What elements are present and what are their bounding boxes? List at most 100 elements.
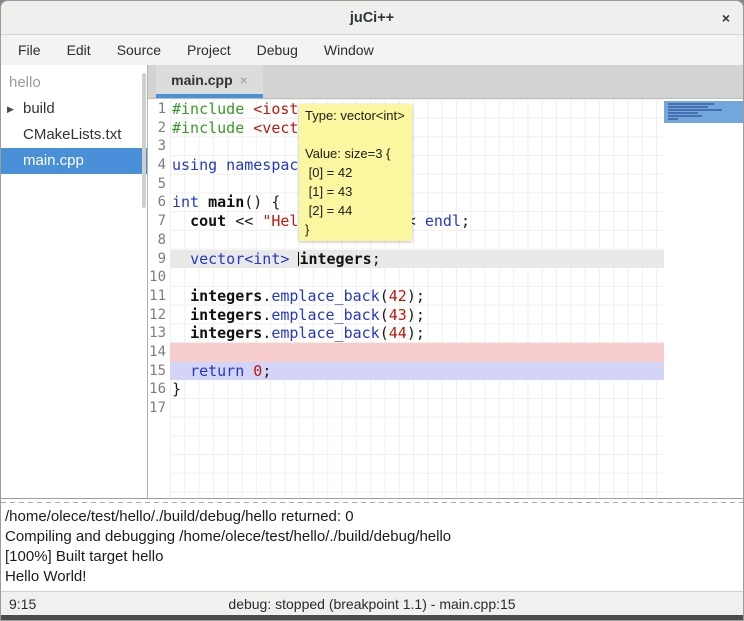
output-line: Compiling and debugging /home/olece/test… — [5, 527, 739, 547]
source-map[interactable] — [664, 99, 743, 498]
code-line-15[interactable]: return 0; — [170, 362, 664, 381]
menu-item-project[interactable]: Project — [174, 35, 244, 65]
line-number[interactable]: 9 — [148, 250, 170, 269]
line-number[interactable]: 12 — [148, 306, 170, 325]
code-token: ); — [407, 306, 425, 324]
tree-item-label: build — [23, 100, 55, 117]
code-token: ); — [407, 287, 425, 305]
code-token: 44 — [389, 324, 407, 342]
line-number[interactable]: 2 — [148, 119, 170, 138]
code-line-5[interactable] — [170, 175, 664, 194]
splitter-dashed-line — [1, 502, 743, 503]
tooltip-line: [2] = 44 — [305, 201, 406, 220]
line-number[interactable]: 11 — [148, 287, 170, 306]
menu-item-source[interactable]: Source — [104, 35, 174, 65]
line-number[interactable]: 4 — [148, 156, 170, 175]
title-bar: juCi++ × — [1, 1, 743, 35]
code-line-13[interactable]: integers.emplace_back(44); — [170, 324, 664, 343]
code-area[interactable]: #include <iostream>#include <vector> usin… — [170, 99, 664, 498]
code-token: main — [208, 193, 244, 211]
pane-splitter[interactable] — [1, 498, 743, 506]
code-line-12[interactable]: integers.emplace_back(43); — [170, 306, 664, 325]
code-token: vector<int> — [190, 250, 289, 268]
tooltip-line: [1] = 43 — [305, 182, 406, 201]
tooltip-line — [305, 125, 406, 144]
line-number[interactable]: 13 — [148, 324, 170, 343]
main-area: hello ▶ build CMakeLists.txt main.cpp main.… — [1, 65, 743, 498]
code-token — [172, 212, 190, 230]
close-icon[interactable]: × — [722, 11, 730, 25]
source-map-micro-line — [668, 106, 708, 108]
line-number[interactable]: 1 — [148, 100, 170, 119]
output-terminal[interactable]: /home/olece/test/hello/./build/debug/hel… — [1, 506, 743, 591]
code-line-9[interactable]: vector<int> integers; — [170, 250, 664, 269]
sidebar-scrollbar-thumb[interactable] — [142, 73, 146, 208]
line-number[interactable]: 16 — [148, 380, 170, 399]
menu-item-debug[interactable]: Debug — [244, 35, 311, 65]
code-line-7[interactable]: cout << "Hello World!" << endl; — [170, 212, 664, 231]
expander-icon[interactable]: ▶ — [7, 96, 14, 122]
code-token — [289, 250, 298, 268]
source-editor[interactable]: 1234567891011121314151617 #include <iost… — [148, 99, 743, 498]
tooltip-line: Value: size=3 { — [305, 144, 406, 163]
line-number[interactable]: 5 — [148, 175, 170, 194]
tree-item-main-cpp[interactable]: main.cpp — [1, 148, 147, 174]
line-number[interactable]: 15 — [148, 362, 170, 381]
code-token: #include — [172, 119, 253, 137]
code-token: integers — [299, 250, 371, 268]
tab-close-icon[interactable]: × — [240, 73, 248, 87]
code-token — [172, 362, 190, 380]
code-token: ( — [380, 324, 389, 342]
tree-item-build[interactable]: ▶ build — [1, 96, 147, 122]
code-line-10[interactable] — [170, 268, 664, 287]
code-token — [172, 306, 190, 324]
source-map-micro-line — [668, 103, 714, 105]
menu-item-file[interactable]: File — [5, 35, 54, 65]
code-token: endl — [425, 212, 461, 230]
code-line-4[interactable]: using namespace std; — [170, 156, 664, 175]
code-line-16[interactable]: } — [170, 380, 664, 399]
menu-item-edit[interactable]: Edit — [54, 35, 104, 65]
tab-main-cpp[interactable]: main.cpp × — [156, 65, 263, 98]
window-title: juCi++ — [350, 10, 394, 26]
code-token: ; — [372, 250, 381, 268]
code-line-11[interactable]: integers.emplace_back(42); — [170, 287, 664, 306]
code-token: << — [226, 212, 262, 230]
code-token — [172, 287, 190, 305]
code-line-6[interactable]: int main() { — [170, 193, 664, 212]
source-map-micro-line — [668, 115, 702, 117]
line-number-gutter[interactable]: 1234567891011121314151617 — [148, 99, 170, 498]
line-number[interactable]: 14 — [148, 343, 170, 362]
line-number[interactable]: 3 — [148, 137, 170, 156]
code-token: emplace_back — [271, 287, 379, 305]
line-number[interactable]: 10 — [148, 268, 170, 287]
code-token — [172, 250, 190, 268]
code-line-1[interactable]: #include <iostream> — [170, 100, 664, 119]
source-map-micro-line — [668, 109, 722, 111]
code-token: ; — [262, 362, 271, 380]
line-number[interactable]: 17 — [148, 399, 170, 418]
code-line-14[interactable] — [170, 343, 664, 362]
code-token — [244, 362, 253, 380]
tooltip-line: Type: vector<int> — [305, 106, 406, 125]
menu-item-window[interactable]: Window — [311, 35, 387, 65]
tree-item-label: CMakeLists.txt — [23, 126, 121, 143]
code-token: . — [262, 324, 271, 342]
code-token: 42 — [389, 287, 407, 305]
line-number[interactable]: 8 — [148, 231, 170, 250]
code-line-2[interactable]: #include <vector> — [170, 119, 664, 138]
code-line-8[interactable] — [170, 231, 664, 250]
tree-item-cmakelists-txt[interactable]: CMakeLists.txt — [1, 122, 147, 148]
app-window: juCi++ × FileEditSourceProjectDebugWindo… — [0, 0, 744, 621]
source-map-slider[interactable] — [664, 101, 743, 123]
line-number[interactable]: 7 — [148, 212, 170, 231]
code-token: #include — [172, 100, 253, 118]
code-token: using namespace — [172, 156, 307, 174]
output-line: /home/olece/test/hello/./build/debug/hel… — [5, 507, 739, 527]
source-map-micro-line — [668, 118, 678, 120]
project-root-label: hello — [1, 70, 147, 96]
code-line-17[interactable] — [170, 399, 664, 418]
line-number[interactable]: 6 — [148, 193, 170, 212]
code-token: ( — [380, 306, 389, 324]
code-line-3[interactable] — [170, 137, 664, 156]
